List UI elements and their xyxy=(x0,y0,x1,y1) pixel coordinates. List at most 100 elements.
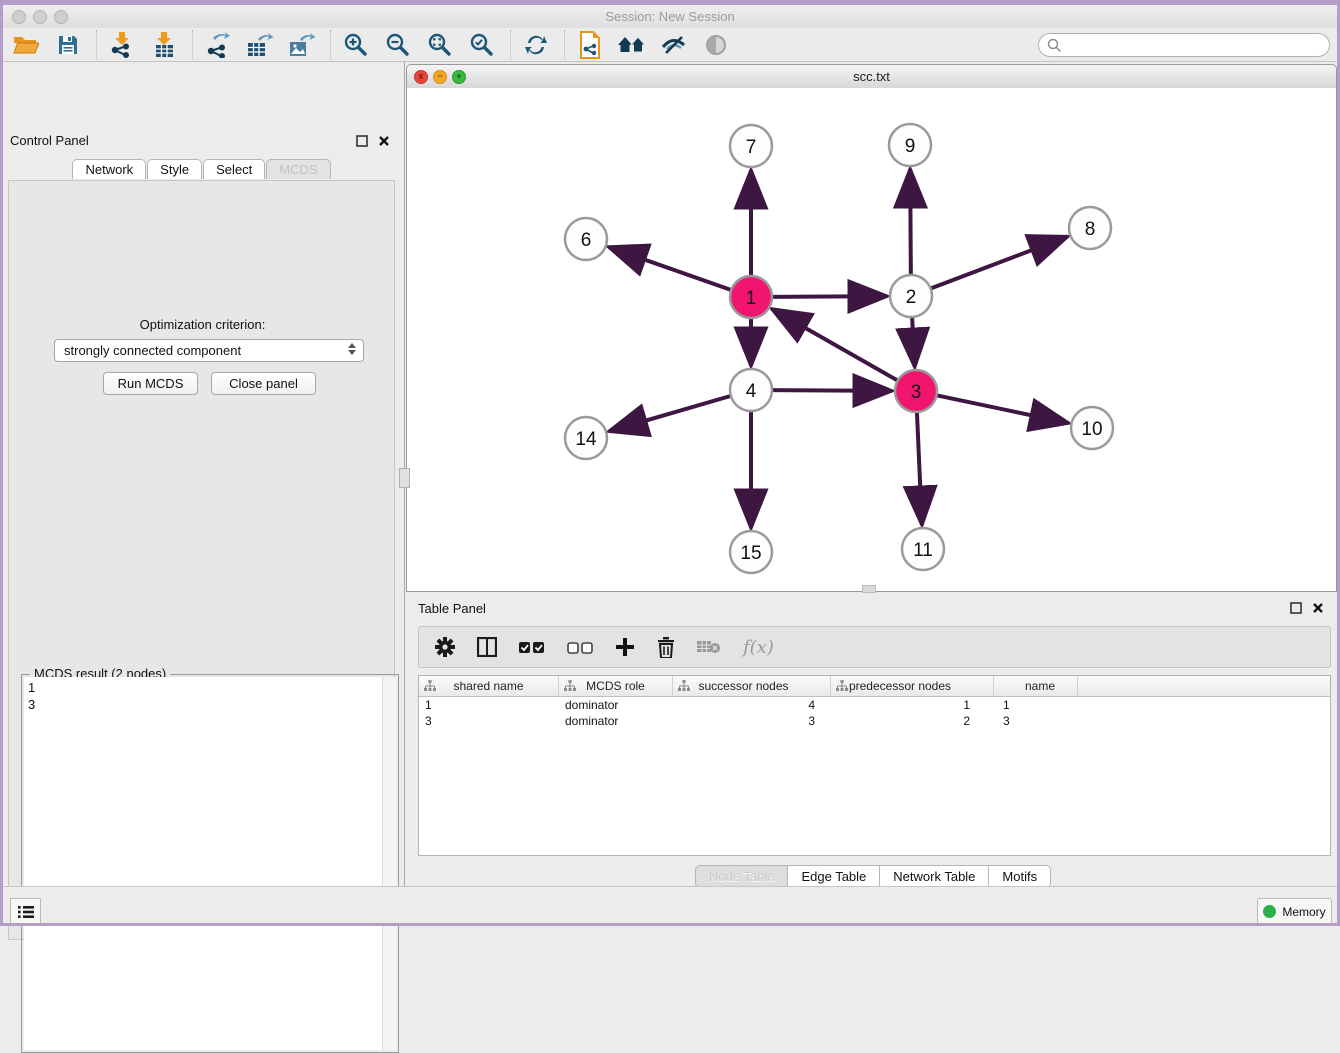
refresh-icon[interactable] xyxy=(520,30,552,60)
edge-4-14[interactable] xyxy=(609,396,731,431)
task-history-button[interactable] xyxy=(10,898,41,925)
graph-node-1[interactable]: 1 xyxy=(730,276,772,318)
edge-2-9[interactable] xyxy=(910,169,911,275)
network-file-icon[interactable] xyxy=(574,30,606,60)
graph-node-2[interactable]: 2 xyxy=(890,275,932,317)
mcds-result-scrollbar[interactable] xyxy=(382,677,396,1050)
select-stepper-icon xyxy=(348,343,356,355)
zoom-fit-icon[interactable] xyxy=(424,30,456,60)
export-image-icon[interactable] xyxy=(286,30,318,60)
table-cell[interactable]: 1 xyxy=(831,697,994,713)
tab-select[interactable]: Select xyxy=(203,159,265,179)
float-panel-icon[interactable] xyxy=(356,135,368,147)
gear-icon[interactable] xyxy=(435,637,455,657)
delete-icon[interactable] xyxy=(657,637,675,658)
list-icon xyxy=(18,905,34,919)
graph-node-7[interactable]: 7 xyxy=(730,125,772,167)
memory-status-icon xyxy=(1263,905,1276,918)
window-title: Session: New Session xyxy=(0,9,1340,24)
export-table-icon[interactable] xyxy=(244,30,276,60)
svg-text:1: 1 xyxy=(746,288,757,309)
save-icon[interactable] xyxy=(52,30,84,60)
table-cell[interactable]: 3 xyxy=(419,713,559,729)
table-cell[interactable]: 4 xyxy=(673,697,831,713)
edge-3-10[interactable] xyxy=(937,395,1069,423)
table-cell[interactable]: 1 xyxy=(994,697,1078,713)
tab-mcds[interactable]: MCDS xyxy=(266,159,330,179)
edge-4-3[interactable] xyxy=(772,390,892,391)
table-cell[interactable]: dominator xyxy=(559,697,673,713)
hide-panel-icon[interactable] xyxy=(658,30,690,60)
column-header-MCDS-role[interactable]: MCDS role xyxy=(559,676,673,696)
float-panel-icon[interactable] xyxy=(1290,602,1302,614)
run-mcds-button[interactable]: Run MCDS xyxy=(103,372,198,395)
close-panel-icon[interactable] xyxy=(1312,602,1324,614)
graph-node-15[interactable]: 15 xyxy=(730,531,772,573)
tab-network[interactable]: Network xyxy=(72,159,146,179)
frame-resize-handle[interactable] xyxy=(862,585,876,593)
close-panel-icon[interactable] xyxy=(378,135,390,147)
column-header-successor-nodes[interactable]: successor nodes xyxy=(673,676,831,696)
table-cell[interactable]: 3 xyxy=(673,713,831,729)
edge-3-1[interactable] xyxy=(772,309,898,381)
import-network-icon[interactable] xyxy=(106,30,138,60)
select-all-icon[interactable] xyxy=(519,640,545,654)
graph-node-11[interactable]: 11 xyxy=(902,528,944,570)
svg-text:14: 14 xyxy=(575,429,597,450)
zoom-selected-icon[interactable] xyxy=(466,30,498,60)
criterion-select[interactable]: strongly connected component xyxy=(54,339,364,362)
edge-1-6[interactable] xyxy=(609,247,732,290)
add-icon[interactable] xyxy=(615,637,635,657)
graph-node-14[interactable]: 14 xyxy=(565,417,607,459)
network-canvas[interactable]: 1 2 3 4 6 7 8 9 10 11 14 15 xyxy=(407,88,1336,591)
graph-node-8[interactable]: 8 xyxy=(1069,207,1111,249)
open-folder-icon[interactable] xyxy=(10,30,42,60)
graph-node-4[interactable]: 4 xyxy=(730,369,772,411)
table-row[interactable]: 3dominator323 xyxy=(419,713,1330,729)
zoom-in-icon[interactable] xyxy=(340,30,372,60)
memory-button[interactable]: Memory xyxy=(1257,898,1332,925)
delete-table-icon[interactable] xyxy=(697,639,721,655)
table-body: 1dominator4113dominator323 xyxy=(419,697,1330,729)
network-graph[interactable]: 1 2 3 4 6 7 8 9 10 11 14 15 xyxy=(407,88,1336,592)
graph-node-10[interactable]: 10 xyxy=(1071,407,1113,449)
zoom-out-icon[interactable] xyxy=(382,30,414,60)
column-header-shared-name[interactable]: shared name xyxy=(419,676,559,696)
columns-icon[interactable] xyxy=(477,637,497,657)
search-input[interactable] xyxy=(1038,33,1330,57)
tab-network-table[interactable]: Network Table xyxy=(879,865,988,888)
graph-node-3[interactable]: 3 xyxy=(895,370,937,412)
import-table-icon[interactable] xyxy=(148,30,180,60)
tab-motifs[interactable]: Motifs xyxy=(988,865,1051,888)
column-header-predecessor-nodes[interactable]: predecessor nodes xyxy=(831,676,994,696)
table-cell[interactable]: 1 xyxy=(419,697,559,713)
node-table[interactable]: shared nameMCDS rolesuccessor nodesprede… xyxy=(418,675,1331,856)
edge-2-3[interactable] xyxy=(912,317,915,367)
svg-text:8: 8 xyxy=(1085,219,1096,240)
edge-1-2[interactable] xyxy=(772,296,887,297)
tab-node-table[interactable]: Node Table xyxy=(695,865,788,888)
panel-splitter-handle[interactable] xyxy=(399,468,410,488)
graph-node-6[interactable]: 6 xyxy=(565,218,607,260)
home-icon[interactable] xyxy=(616,30,648,60)
table-row[interactable]: 1dominator411 xyxy=(419,697,1330,713)
memory-label: Memory xyxy=(1282,905,1325,919)
table-cell[interactable]: 3 xyxy=(994,713,1078,729)
table-cell[interactable]: dominator xyxy=(559,713,673,729)
control-panel-tabs: NetworkStyleSelectMCDS xyxy=(0,159,404,179)
export-network-icon[interactable] xyxy=(202,30,234,60)
mcds-result-group: MCDS result (2 nodes) 13 xyxy=(21,674,399,1053)
tab-style[interactable]: Style xyxy=(147,159,202,179)
column-header-name[interactable]: name xyxy=(994,676,1078,696)
tab-edge-table[interactable]: Edge Table xyxy=(787,865,879,888)
edge-2-8[interactable] xyxy=(931,237,1068,289)
svg-text:4: 4 xyxy=(746,381,757,402)
close-panel-button[interactable]: Close panel xyxy=(211,372,316,395)
deselect-all-icon[interactable] xyxy=(567,640,593,654)
graph-node-9[interactable]: 9 xyxy=(889,124,931,166)
edge-3-11[interactable] xyxy=(917,412,922,525)
svg-text:15: 15 xyxy=(740,543,761,564)
network-window-titlebar[interactable]: x − + scc.txt xyxy=(407,65,1336,89)
table-cell[interactable]: 2 xyxy=(831,713,994,729)
mcds-result-text[interactable]: 13 xyxy=(24,677,383,1050)
